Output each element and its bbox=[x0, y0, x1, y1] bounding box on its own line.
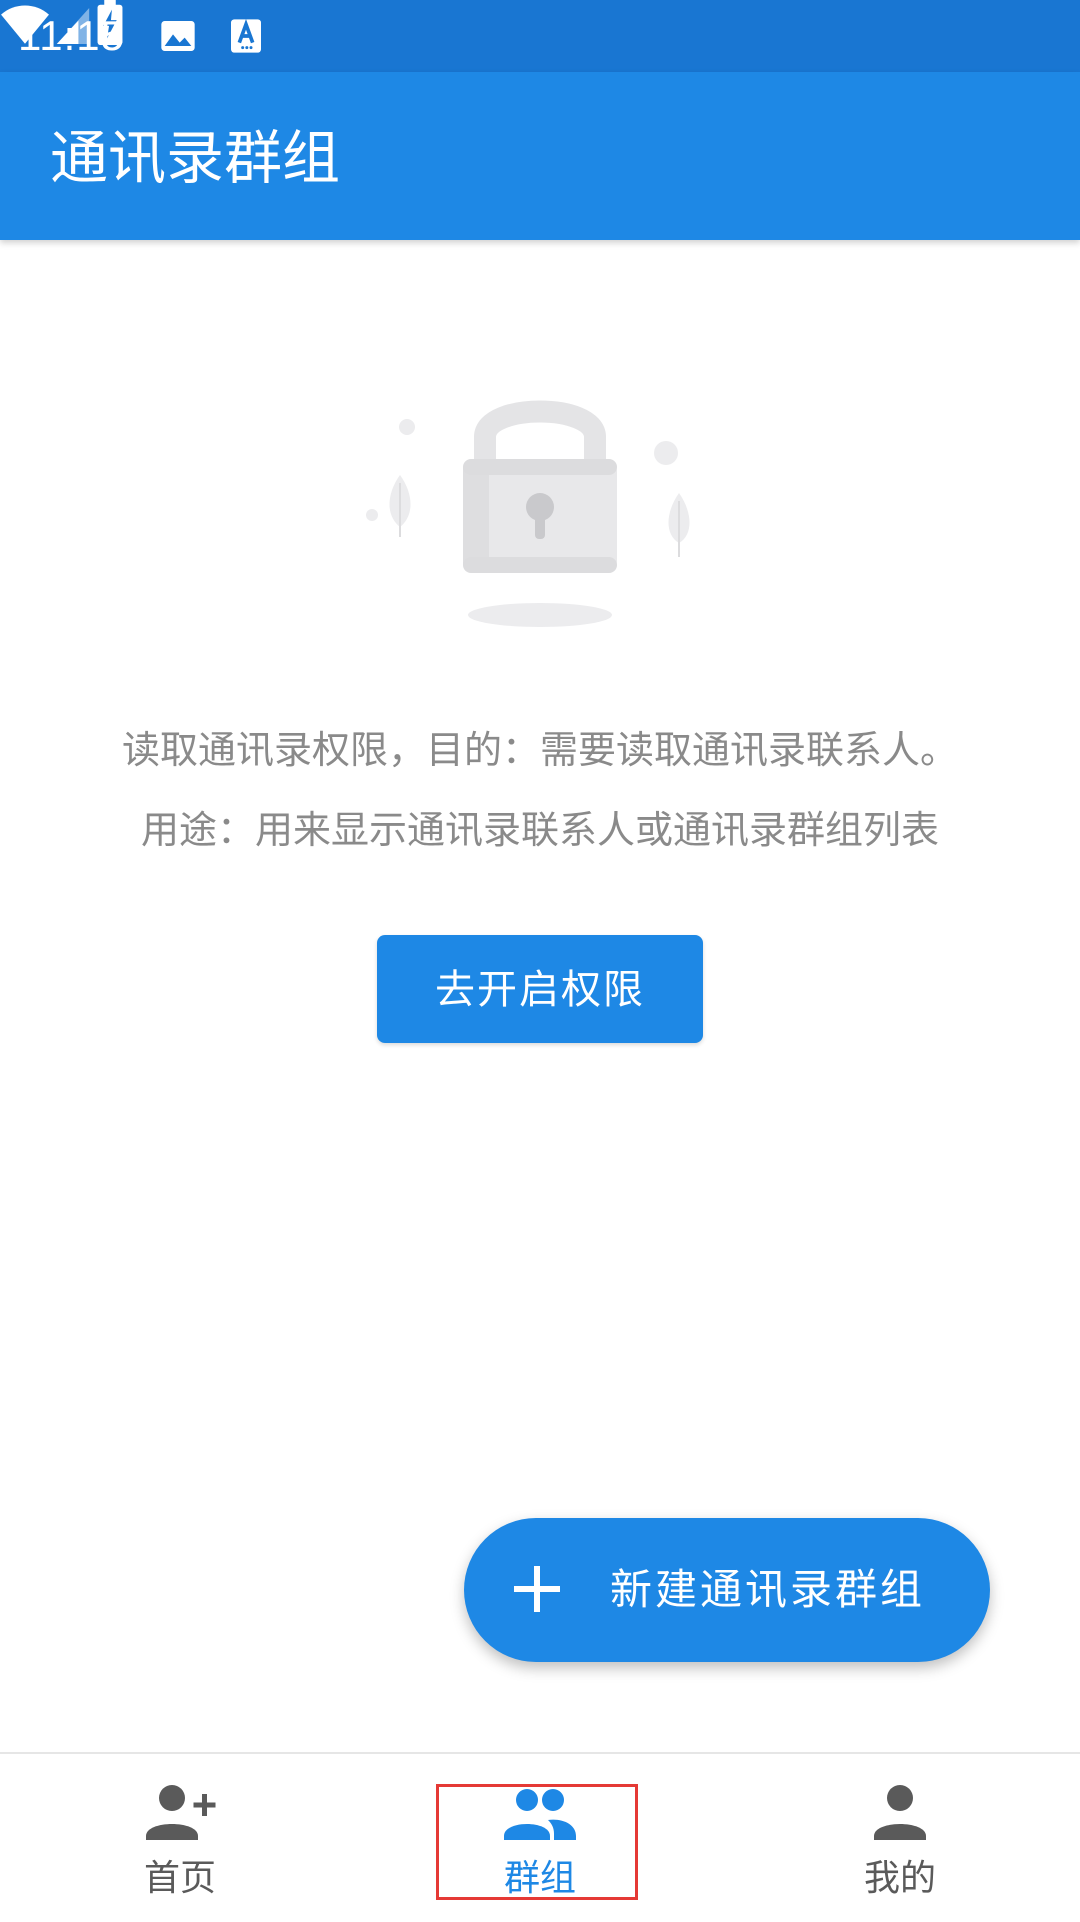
plus-icon bbox=[514, 1566, 560, 1612]
group-icon bbox=[504, 1789, 576, 1840]
enable-permission-button[interactable]: 去开启权限 bbox=[377, 935, 703, 1043]
page-title: 通讯录群组 bbox=[50, 124, 341, 192]
person-icon bbox=[874, 1785, 926, 1840]
bottom-navigation: 首页 群组 我的 bbox=[0, 1752, 1080, 1922]
permission-description-usage: 用途：用来显示通讯录联系人或通讯录群组列表 bbox=[140, 808, 939, 852]
nav-label-mine: 我的 bbox=[863, 1858, 936, 1899]
new-contact-group-button[interactable]: 新建通讯录群组 bbox=[464, 1518, 990, 1662]
font-a-icon bbox=[231, 18, 261, 53]
lock-icon bbox=[366, 400, 690, 627]
nav-label-groups: 群组 bbox=[503, 1858, 576, 1899]
fab-label: 新建通讯录群组 bbox=[610, 1565, 926, 1614]
status-time: 11:15 bbox=[18, 12, 125, 59]
permission-description-purpose: 读取通讯录权限，目的：需要读取通讯录联系人。 bbox=[121, 728, 958, 772]
nav-item-home[interactable]: 首页 bbox=[80, 1754, 280, 1922]
gallery-icon bbox=[161, 21, 195, 51]
add-person-icon bbox=[146, 1785, 216, 1840]
nav-label-home: 首页 bbox=[143, 1858, 216, 1899]
nav-item-groups[interactable]: 群组 bbox=[440, 1754, 640, 1922]
status-bar: 11:15 bbox=[0, 0, 1080, 72]
app-bar: 通讯录群组 bbox=[0, 72, 1080, 240]
nav-item-mine[interactable]: 我的 bbox=[800, 1754, 1000, 1922]
